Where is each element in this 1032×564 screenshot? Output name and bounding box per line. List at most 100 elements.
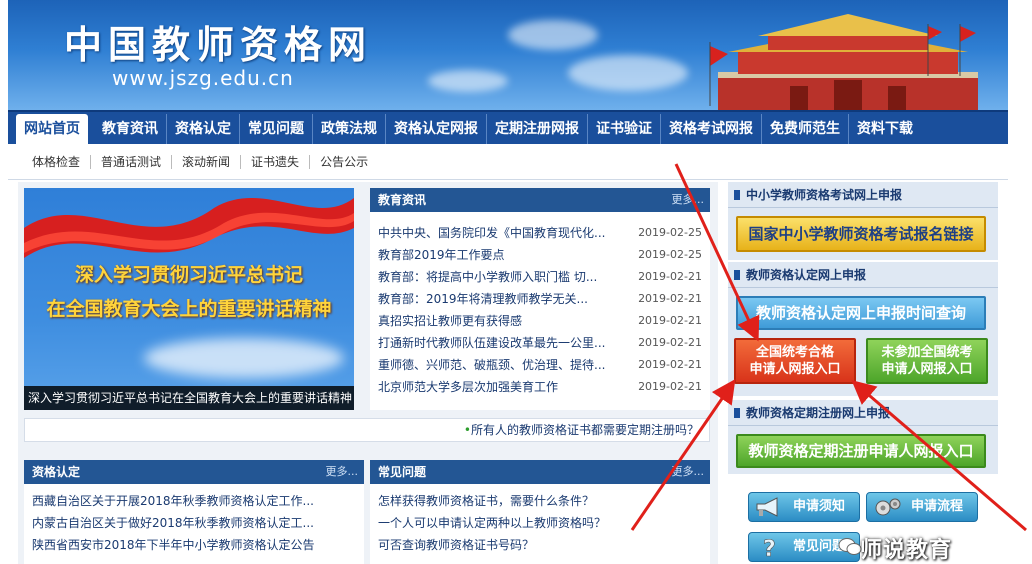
list-item[interactable]: 可否查询教师资格证书号码？: [378, 534, 702, 556]
subnav-item-announcements[interactable]: 公告公示: [310, 155, 378, 169]
news-date: 2019-02-21: [638, 358, 702, 371]
registration-block-header: 教师资格定期注册网上申报: [728, 400, 998, 426]
faq-panel-header: 常见问题 更多...: [370, 460, 710, 484]
news-title[interactable]: 打通新时代教师队伍建设改革最先一公里...: [378, 332, 628, 354]
faq-panel: 常见问题 更多... 怎样获得教师资格证书，需要什么条件？ 一个人可以申请认定两…: [370, 460, 710, 564]
nav-item-downloads[interactable]: 资料下载: [849, 114, 921, 144]
qualification-panel: 资格认定 更多... 西藏自治区关于开展2018年秋季教师资格认定工作... 内…: [24, 460, 364, 564]
list-item[interactable]: 陕西省西安市2018年下半年中小学教师资格认定公告: [32, 534, 356, 556]
question-mark-icon: ?: [763, 537, 776, 558]
registration-block-title: 教师资格定期注册网上申报: [746, 406, 891, 420]
faq-more-link[interactable]: 更多...: [672, 460, 705, 484]
news-panel-title: 教育资讯: [378, 193, 427, 207]
news-title[interactable]: 教育部：将提高中小学教师入职门槛 切...: [378, 266, 628, 288]
list-item: 教育部：2019年将清理教师教学无关... 2019-02-21: [378, 288, 702, 310]
square-icon: [734, 190, 740, 200]
exam-block: 中小学教师资格考试网上申报 国家中小学教师资格考试报名链接: [728, 182, 998, 260]
nav-item-qualification[interactable]: 资格认定: [167, 114, 240, 144]
megaphone-icon: [756, 497, 778, 517]
nav-item-faq[interactable]: 常见问题: [240, 114, 313, 144]
list-item: 中共中央、国务院印发《中国教育现代化... 2019-02-25: [378, 222, 702, 244]
news-title[interactable]: 教育部：2019年将清理教师教学无关...: [378, 288, 628, 310]
qualification-more-link[interactable]: 更多...: [326, 460, 359, 484]
list-item[interactable]: 一个人可以申请认定两种以上教师资格吗？: [378, 512, 702, 534]
subnav-item-rolling-news[interactable]: 滚动新闻: [172, 154, 242, 169]
site-title: 中国教师资格网: [64, 22, 373, 67]
exam-passed-entry-button[interactable]: 全国统考合格 申请人网报入口: [734, 338, 856, 384]
cert-block-header: 教师资格认定网上申报: [728, 262, 998, 288]
qualification-panel-header: 资格认定 更多...: [24, 460, 364, 484]
nav-item-registration-online[interactable]: 定期注册网报: [487, 114, 588, 144]
subnav-item-mandarin[interactable]: 普通话测试: [91, 154, 173, 169]
square-icon: [734, 408, 740, 418]
list-item: 打通新时代教师队伍建设改革最先一公里... 2019-02-21: [378, 332, 702, 354]
nav-item-free-normal[interactable]: 免费师范生: [762, 114, 849, 144]
news-date: 2019-02-21: [638, 380, 702, 393]
bullet-icon: •: [463, 423, 471, 437]
news-title[interactable]: 教育部2019年工作要点: [378, 244, 628, 266]
nav-item-education-news[interactable]: 教育资讯: [94, 114, 167, 144]
news-title[interactable]: 北京师范大学多层次加强美育工作: [378, 376, 628, 398]
cloud-decoration: [144, 338, 344, 378]
subnav-item-cert-lost[interactable]: 证书遗失: [241, 154, 311, 169]
nav-item-home[interactable]: 网站首页: [16, 114, 88, 144]
site-url: www.jszg.edu.cn: [112, 66, 294, 90]
news-title[interactable]: 真招实招让教师更有获得感: [378, 310, 628, 332]
qualification-list: 西藏自治区关于开展2018年秋季教师资格认定工作... 内蒙古自治区关于做好20…: [24, 484, 364, 556]
svg-text:?: ?: [763, 537, 776, 558]
apply-notice-button[interactable]: 申请须知: [748, 492, 860, 522]
list-item[interactable]: 怎样获得教师资格证书，需要什么条件？: [378, 490, 702, 512]
not-in-exam-entry-button[interactable]: 未参加全国统考 申请人网报入口: [866, 338, 988, 384]
news-panel: 教育资讯 更多... 中共中央、国务院印发《中国教育现代化... 2019-02-…: [370, 188, 710, 410]
news-date: 2019-02-21: [638, 292, 702, 305]
cert-time-query-button[interactable]: 教师资格认定网上申报时间查询: [736, 296, 986, 330]
news-date: 2019-02-21: [638, 270, 702, 283]
exam-passed-line-2: 申请人网报入口: [749, 362, 841, 377]
exam-passed-line-1: 全国统考合格: [755, 345, 834, 360]
sub-nav: 体格检查 普通话测试 滚动新闻 证书遗失 公告公示: [8, 144, 1008, 180]
list-item: 教育部2019年工作要点 2019-02-25: [378, 244, 702, 266]
list-item: 北京师范大学多层次加强美育工作 2019-02-21: [378, 376, 702, 398]
notice-bar: •所有人的教师资格证书都需要定期注册吗？: [24, 418, 710, 442]
gears-icon: [875, 498, 901, 516]
right-sidebar: 中小学教师资格考试网上申报 国家中小学教师资格考试报名链接 教师资格认定网上申报…: [728, 182, 998, 564]
exam-block-title: 中小学教师资格考试网上申报: [746, 188, 903, 202]
apply-process-button[interactable]: 申请流程: [866, 492, 978, 522]
list-item[interactable]: 内蒙古自治区关于做好2018年秋季教师资格认定工...: [32, 512, 356, 534]
banner-caption[interactable]: 深入学习贯彻习近平总书记在全国教育大会上的重要讲话精神: [24, 386, 354, 410]
news-title[interactable]: 中共中央、国务院印发《中国教育现代化...: [378, 222, 628, 244]
news-panel-header: 教育资讯 更多...: [370, 188, 710, 212]
news-list: 中共中央、国务院印发《中国教育现代化... 2019-02-25 教育部2019年…: [370, 212, 710, 398]
notice-link[interactable]: 所有人的教师资格证书都需要定期注册吗？: [471, 423, 699, 437]
main-content: 深入学习贯彻习近平总书记 在全国教育大会上的重要讲话精神 深入学习贯彻习近平总书…: [18, 182, 718, 564]
red-ribbon-decoration: [24, 198, 354, 258]
exam-block-header: 中小学教师资格考试网上申报: [728, 182, 998, 208]
not-in-exam-line-1: 未参加全国统考: [881, 345, 973, 360]
news-date: 2019-02-21: [638, 314, 702, 327]
news-title[interactable]: 重师德、兴师范、破瓶颈、优治理、提待...: [378, 354, 628, 376]
exam-register-button[interactable]: 国家中小学教师资格考试报名链接: [736, 216, 986, 252]
cert-block-title: 教师资格认定网上申报: [746, 268, 867, 282]
list-item: 真招实招让教师更有获得感 2019-02-21: [378, 310, 702, 332]
news-more-link[interactable]: 更多...: [672, 188, 705, 212]
list-item[interactable]: 西藏自治区关于开展2018年秋季教师资格认定工作...: [32, 490, 356, 512]
news-date: 2019-02-25: [638, 248, 702, 261]
cert-block: 教师资格认定网上申报 教师资格认定网上申报时间查询 全国统考合格 申请人网报入口…: [728, 262, 998, 396]
news-date: 2019-02-21: [638, 336, 702, 349]
tiananmen-gate-image: [709, 14, 978, 110]
cloud-decoration: [428, 70, 508, 92]
subnav-item-physical[interactable]: 体格检查: [22, 154, 92, 169]
apply-notice-label: 申请须知: [793, 499, 846, 514]
nav-item-policy[interactable]: 政策法规: [313, 114, 386, 144]
nav-item-exam-online[interactable]: 资格考试网报: [661, 114, 762, 144]
faq-list: 怎样获得教师资格证书，需要什么条件？ 一个人可以申请认定两种以上教师资格吗？ 可…: [370, 484, 710, 556]
watermark-text: 师说教育: [860, 538, 953, 563]
nav-item-cert-online[interactable]: 资格认定网报: [386, 114, 487, 144]
main-nav: 网站首页 教育资讯 资格认定 常见问题 政策法规 资格认定网报 定期注册网报 证…: [8, 110, 1008, 144]
banner-slide[interactable]: 深入学习贯彻习近平总书记 在全国教育大会上的重要讲话精神 深入学习贯彻习近平总书…: [24, 188, 354, 410]
nav-item-cert-verify[interactable]: 证书验证: [588, 114, 661, 144]
site-header: 中国教师资格网 www.jszg.edu.cn: [8, 0, 1008, 110]
registration-entry-button[interactable]: 教师资格定期注册申请人网报入口: [736, 434, 986, 468]
qualification-panel-title: 资格认定: [32, 465, 81, 479]
square-icon: [734, 270, 740, 280]
